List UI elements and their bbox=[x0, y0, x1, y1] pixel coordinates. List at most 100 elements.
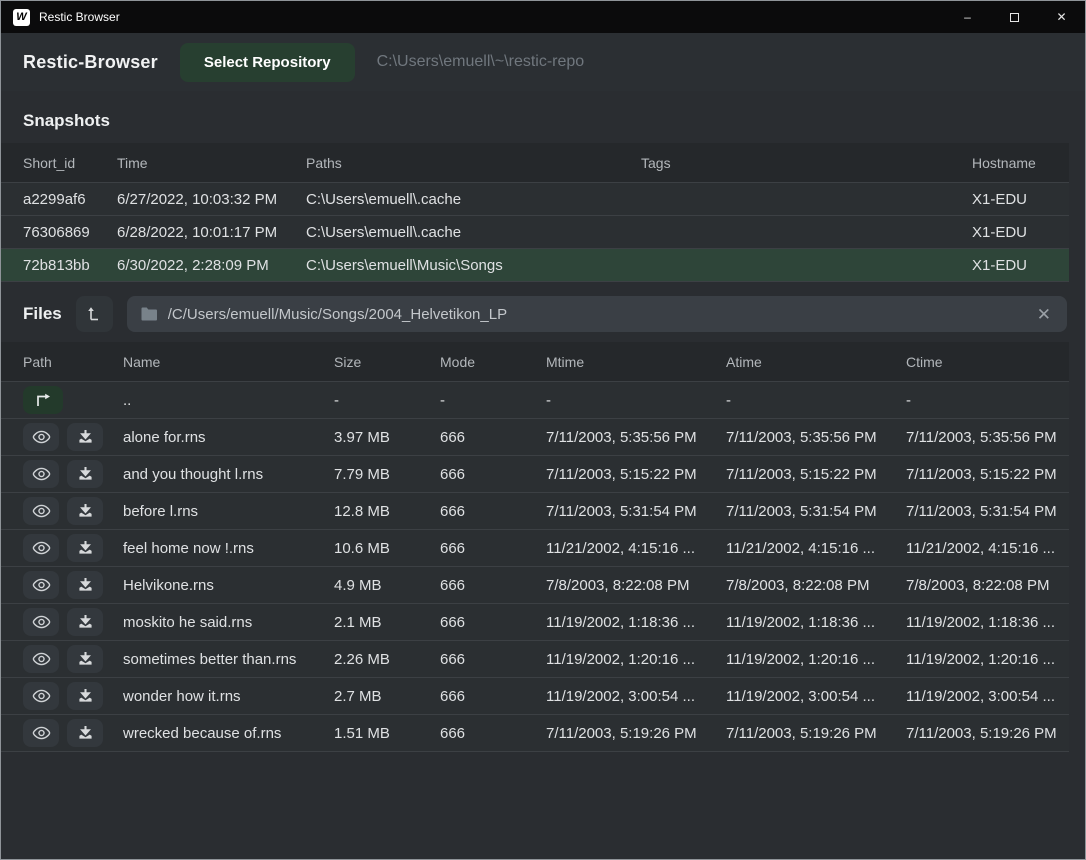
preview-file-button[interactable] bbox=[23, 460, 59, 488]
preview-file-button[interactable] bbox=[23, 497, 59, 525]
eye-icon bbox=[32, 467, 51, 481]
snapshot-row[interactable]: 76306869 6/28/2022, 10:01:17 PM C:\Users… bbox=[1, 216, 1069, 249]
file-mode: - bbox=[440, 392, 546, 409]
file-name: alone for.rns bbox=[123, 429, 334, 446]
current-path-input[interactable]: /C/Users/emuell/Music/Songs/2004_Helveti… bbox=[127, 296, 1067, 332]
file-row[interactable]: Helvikone.rns 4.9 MB 666 7/8/2003, 8:22:… bbox=[1, 567, 1069, 604]
download-icon bbox=[78, 615, 93, 630]
eye-icon bbox=[32, 615, 51, 629]
snapshot-time: 6/27/2022, 10:03:32 PM bbox=[117, 191, 306, 208]
file-size: 2.1 MB bbox=[334, 614, 440, 631]
file-name: before l.rns bbox=[123, 503, 334, 520]
file-ctime: - bbox=[906, 392, 1069, 409]
go-to-parent-button[interactable] bbox=[23, 386, 63, 414]
file-mode: 666 bbox=[440, 429, 546, 446]
minimize-button[interactable]: – bbox=[944, 1, 991, 33]
file-ctime: 7/8/2003, 8:22:08 PM bbox=[906, 577, 1069, 594]
files-table: alone for.rns 3.97 MB 666 7/11/2003, 5:3… bbox=[1, 419, 1085, 752]
preview-file-button[interactable] bbox=[23, 423, 59, 451]
select-repository-button[interactable]: Select Repository bbox=[180, 43, 355, 82]
snapshot-short-id: 76306869 bbox=[23, 224, 117, 241]
preview-file-button[interactable] bbox=[23, 645, 59, 673]
download-icon bbox=[78, 578, 93, 593]
snapshot-hostname: X1-EDU bbox=[972, 191, 1069, 208]
download-file-button[interactable] bbox=[67, 423, 103, 451]
eye-icon bbox=[32, 430, 51, 444]
column-short-id: Short_id bbox=[23, 155, 117, 171]
download-icon bbox=[78, 504, 93, 519]
download-icon bbox=[78, 430, 93, 445]
download-icon bbox=[78, 652, 93, 667]
download-file-button[interactable] bbox=[67, 571, 103, 599]
file-mtime: 7/11/2003, 5:31:54 PM bbox=[546, 503, 726, 520]
download-file-button[interactable] bbox=[67, 719, 103, 747]
preview-file-button[interactable] bbox=[23, 571, 59, 599]
app-header: Restic-Browser Select Repository C:\User… bbox=[1, 33, 1085, 91]
file-mode: 666 bbox=[440, 503, 546, 520]
preview-file-button[interactable] bbox=[23, 719, 59, 747]
file-name: moskito he said.rns bbox=[123, 614, 334, 631]
file-mtime: 11/19/2002, 3:00:54 ... bbox=[546, 688, 726, 705]
parent-directory-row[interactable]: .. - - - - - bbox=[1, 382, 1069, 419]
file-atime: 7/11/2003, 5:19:26 PM bbox=[726, 725, 906, 742]
file-mtime: 7/8/2003, 8:22:08 PM bbox=[546, 577, 726, 594]
file-ctime: 7/11/2003, 5:35:56 PM bbox=[906, 429, 1069, 446]
file-mtime: 11/19/2002, 1:20:16 ... bbox=[546, 651, 726, 668]
download-file-button[interactable] bbox=[67, 682, 103, 710]
return-arrow-icon bbox=[34, 393, 52, 407]
clear-path-button[interactable]: ✕ bbox=[1035, 306, 1053, 323]
maximize-button[interactable] bbox=[991, 1, 1038, 33]
up-one-level-button[interactable] bbox=[76, 296, 113, 332]
column-ctime: Ctime bbox=[906, 354, 1069, 370]
column-size: Size bbox=[334, 354, 440, 370]
download-file-button[interactable] bbox=[67, 460, 103, 488]
snapshot-hostname: X1-EDU bbox=[972, 224, 1069, 241]
download-file-button[interactable] bbox=[67, 645, 103, 673]
download-icon bbox=[78, 726, 93, 741]
file-atime: 7/11/2003, 5:15:22 PM bbox=[726, 466, 906, 483]
file-row[interactable]: before l.rns 12.8 MB 666 7/11/2003, 5:31… bbox=[1, 493, 1069, 530]
download-file-button[interactable] bbox=[67, 497, 103, 525]
file-row[interactable]: wrecked because of.rns 1.51 MB 666 7/11/… bbox=[1, 715, 1069, 752]
file-name: sometimes better than.rns bbox=[123, 651, 334, 668]
file-atime: 11/19/2002, 1:18:36 ... bbox=[726, 614, 906, 631]
download-file-button[interactable] bbox=[67, 534, 103, 562]
file-row[interactable]: sometimes better than.rns 2.26 MB 666 11… bbox=[1, 641, 1069, 678]
snapshot-row[interactable]: a2299af6 6/27/2022, 10:03:32 PM C:\Users… bbox=[1, 183, 1069, 216]
file-mode: 666 bbox=[440, 614, 546, 631]
file-mode: 666 bbox=[440, 577, 546, 594]
file-atime: 7/8/2003, 8:22:08 PM bbox=[726, 577, 906, 594]
window-controls: – ✕ bbox=[944, 1, 1085, 33]
file-size: 3.97 MB bbox=[334, 429, 440, 446]
preview-file-button[interactable] bbox=[23, 682, 59, 710]
snapshots-table: a2299af6 6/27/2022, 10:03:32 PM C:\Users… bbox=[1, 183, 1085, 282]
column-hostname: Hostname bbox=[972, 155, 1069, 171]
file-atime: 11/19/2002, 3:00:54 ... bbox=[726, 688, 906, 705]
file-atime: - bbox=[726, 392, 906, 409]
file-atime: 7/11/2003, 5:35:56 PM bbox=[726, 429, 906, 446]
file-name: .. bbox=[123, 392, 334, 409]
download-icon bbox=[78, 541, 93, 556]
app-title: Restic-Browser bbox=[23, 52, 158, 73]
snapshot-hostname: X1-EDU bbox=[972, 257, 1069, 274]
file-size: 2.26 MB bbox=[334, 651, 440, 668]
file-row[interactable]: moskito he said.rns 2.1 MB 666 11/19/200… bbox=[1, 604, 1069, 641]
file-name: and you thought l.rns bbox=[123, 466, 334, 483]
preview-file-button[interactable] bbox=[23, 608, 59, 636]
file-row[interactable]: wonder how it.rns 2.7 MB 666 11/19/2002,… bbox=[1, 678, 1069, 715]
file-row[interactable]: and you thought l.rns 7.79 MB 666 7/11/2… bbox=[1, 456, 1069, 493]
preview-file-button[interactable] bbox=[23, 534, 59, 562]
wails-app-icon: W bbox=[13, 9, 30, 26]
file-ctime: 11/19/2002, 1:20:16 ... bbox=[906, 651, 1069, 668]
file-ctime: 11/21/2002, 4:15:16 ... bbox=[906, 540, 1069, 557]
close-button[interactable]: ✕ bbox=[1038, 1, 1085, 33]
file-row[interactable]: alone for.rns 3.97 MB 666 7/11/2003, 5:3… bbox=[1, 419, 1069, 456]
column-mode: Mode bbox=[440, 354, 546, 370]
repository-path[interactable]: C:\Users\emuell\~\restic-repo bbox=[377, 53, 585, 71]
download-file-button[interactable] bbox=[67, 608, 103, 636]
snapshot-row[interactable]: 72b813bb 6/30/2022, 2:28:09 PM C:\Users\… bbox=[1, 249, 1069, 282]
file-mtime: 11/19/2002, 1:18:36 ... bbox=[546, 614, 726, 631]
snapshot-paths: C:\Users\emuell\.cache bbox=[306, 224, 641, 241]
up-one-level-icon bbox=[86, 306, 102, 322]
file-row[interactable]: feel home now !.rns 10.6 MB 666 11/21/20… bbox=[1, 530, 1069, 567]
